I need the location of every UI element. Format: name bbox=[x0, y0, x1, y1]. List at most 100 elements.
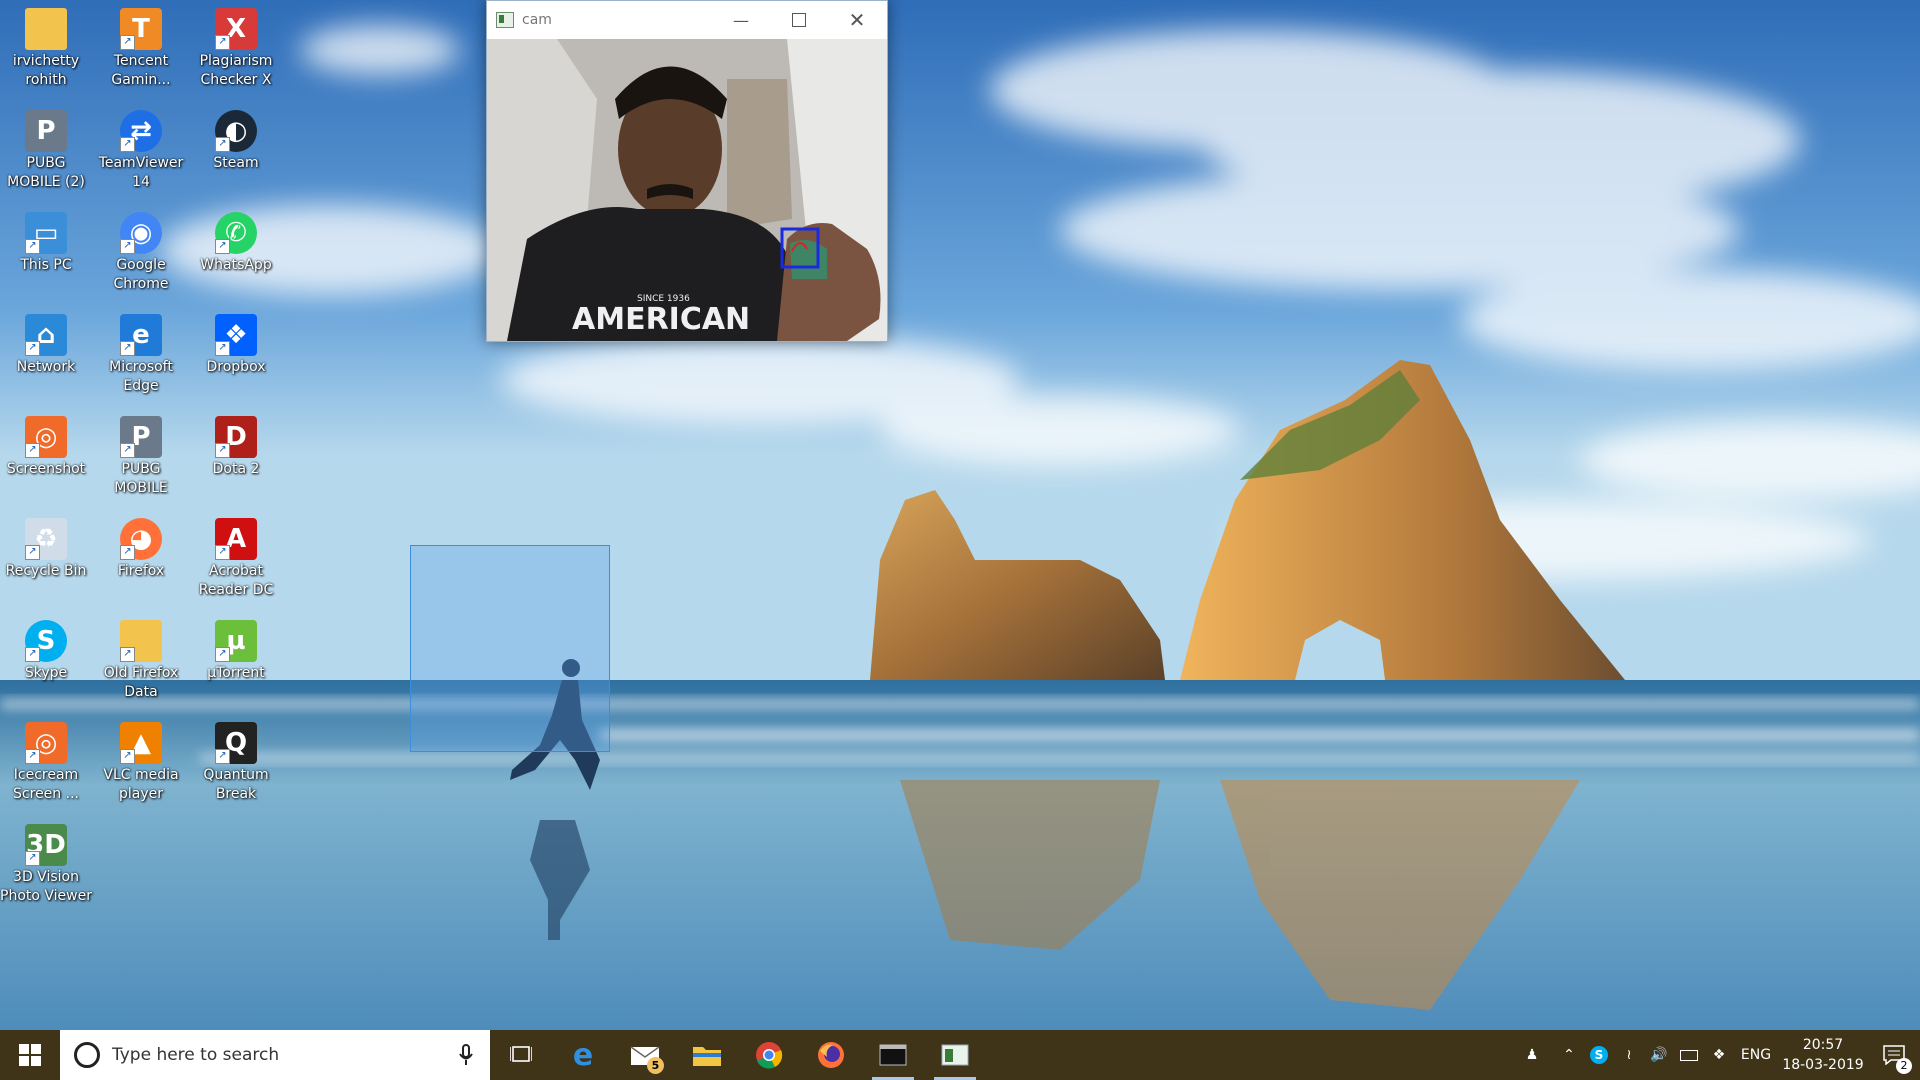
pubg-icon: P bbox=[25, 110, 67, 152]
clock[interactable]: 20:57 18-03-2019 bbox=[1778, 1035, 1868, 1075]
desktop-icon[interactable]: ✆ ↗ WhatsApp bbox=[190, 208, 282, 308]
desktop-icon[interactable]: ▲ ↗ VLC media player bbox=[95, 718, 187, 818]
shortcut-arrow-icon: ↗ bbox=[25, 239, 40, 254]
desktop-icon[interactable]: µ ↗ µTorrent bbox=[190, 616, 282, 716]
microphone-icon[interactable] bbox=[454, 1030, 478, 1080]
edge-icon: e ↗ bbox=[120, 314, 162, 356]
desktop-icon[interactable]: ◕ ↗ Firefox bbox=[95, 514, 187, 614]
taskbar-firefox[interactable] bbox=[800, 1030, 862, 1080]
desktop-icon[interactable]: S ↗ Skype bbox=[0, 616, 92, 716]
maximize-icon bbox=[792, 13, 806, 27]
desktop-icon[interactable]: ❖ ↗ Dropbox bbox=[190, 310, 282, 410]
shortcut-arrow-icon: ↗ bbox=[120, 749, 135, 764]
desktop-icon[interactable]: 3D ↗ 3D Vision Photo Viewer bbox=[0, 820, 92, 920]
desktop-icon-label: Old Firefox Data bbox=[103, 665, 179, 700]
close-button[interactable]: ✕ bbox=[828, 1, 886, 39]
desktop-icon[interactable]: ◎ ↗ Icecream Screen ... bbox=[0, 718, 92, 818]
desktop-icon[interactable]: A ↗ Acrobat Reader DC bbox=[190, 514, 282, 614]
firefox-icon bbox=[818, 1042, 844, 1068]
desktop-icon-label: Tencent Gamin... bbox=[111, 53, 171, 88]
maximize-button[interactable] bbox=[770, 1, 828, 39]
desktop-icon-label: PUBG MOBILE bbox=[114, 461, 168, 496]
windows-logo-icon bbox=[19, 1044, 41, 1066]
taskbar-cam-window[interactable] bbox=[924, 1030, 986, 1080]
folder-icon bbox=[693, 1047, 721, 1066]
desktop-icon[interactable]: D ↗ Dota 2 bbox=[190, 412, 282, 512]
desktop-icon[interactable]: ↗ Old Firefox Data bbox=[95, 616, 187, 716]
desktop-icon-label: TeamViewer 14 bbox=[98, 155, 184, 190]
tray-battery[interactable] bbox=[1674, 1030, 1704, 1080]
desktop-icon[interactable]: P ↗ PUBG MOBILE bbox=[95, 412, 187, 512]
task-view-icon bbox=[510, 1046, 532, 1062]
camera-feed: AMERICAN SINCE 1936 bbox=[487, 39, 887, 341]
shortcut-arrow-icon: ↗ bbox=[120, 647, 135, 662]
desktop-icon[interactable]: P PUBG MOBILE (2) bbox=[0, 106, 92, 206]
task-view-button[interactable] bbox=[490, 1030, 552, 1080]
desktop-icon[interactable]: ▭ ↗ This PC bbox=[0, 208, 92, 308]
tray-volume[interactable]: 🔊 bbox=[1644, 1030, 1674, 1080]
desktop-icon[interactable]: ⇄ ↗ TeamViewer 14 bbox=[95, 106, 187, 206]
teamviewer-icon: ⇄ ↗ bbox=[120, 110, 162, 152]
close-icon: ✕ bbox=[848, 8, 866, 32]
desktop-icon[interactable]: Q ↗ Quantum Break bbox=[190, 718, 282, 818]
steam-icon: ◐ ↗ bbox=[215, 110, 257, 152]
desktop-icon-label: PUBG MOBILE (2) bbox=[7, 155, 85, 190]
cam-app-icon bbox=[496, 12, 514, 28]
tray-skype[interactable]: S bbox=[1584, 1030, 1614, 1080]
dropbox-icon: ❖ ↗ bbox=[215, 314, 257, 356]
edge-icon: e bbox=[572, 1037, 594, 1073]
cam-title-bar[interactable]: cam — ✕ bbox=[487, 1, 887, 39]
notification-count: 2 bbox=[1896, 1058, 1912, 1074]
shortcut-arrow-icon: ↗ bbox=[215, 341, 230, 356]
taskbar-cmd[interactable] bbox=[862, 1030, 924, 1080]
taskbar-edge[interactable]: e bbox=[552, 1030, 614, 1080]
cam-window-title: cam bbox=[522, 12, 552, 28]
utorrent-icon: µ ↗ bbox=[215, 620, 257, 662]
taskbar-mail[interactable]: 5 bbox=[614, 1030, 676, 1080]
acrobat-icon: A ↗ bbox=[215, 518, 257, 560]
tray-wifi[interactable]: ≀ bbox=[1614, 1030, 1644, 1080]
taskbar-chrome[interactable] bbox=[738, 1030, 800, 1080]
shirt-small-text: SINCE 1936 bbox=[637, 294, 690, 304]
desktop-icon[interactable]: ⌂ ↗ Network bbox=[0, 310, 92, 410]
search-input[interactable]: Type here to search bbox=[112, 1045, 454, 1065]
desktop-icon[interactable]: ◉ ↗ Google Chrome bbox=[95, 208, 187, 308]
minimize-button[interactable]: — bbox=[712, 1, 770, 39]
dropbox-icon: ❖ bbox=[1712, 1047, 1726, 1063]
desktop-icon-label: Skype bbox=[24, 665, 68, 681]
clock-time: 20:57 bbox=[1802, 1037, 1844, 1053]
shortcut-arrow-icon: ↗ bbox=[215, 443, 230, 458]
action-center-button[interactable]: 2 bbox=[1868, 1030, 1920, 1080]
desktop-icon[interactable]: ◎ ↗ Screenshot bbox=[0, 412, 92, 512]
show-hidden-icons-button[interactable]: ⌃ bbox=[1554, 1030, 1584, 1080]
tencent-gaming-icon: T ↗ bbox=[120, 8, 162, 50]
shortcut-arrow-icon: ↗ bbox=[120, 137, 135, 152]
desktop[interactable]: irvichetty rohith T ↗ Tencent Gamin... X ↗ Pla… bbox=[0, 0, 1920, 1030]
shortcut-arrow-icon: ↗ bbox=[25, 341, 40, 356]
desktop-icon-label: Quantum Break bbox=[203, 767, 269, 802]
wallpaper bbox=[0, 0, 1920, 1030]
desktop-icon-label: Screenshot bbox=[6, 461, 86, 477]
tray-dropbox[interactable]: ❖ bbox=[1704, 1030, 1734, 1080]
firefox-icon: ◕ ↗ bbox=[120, 518, 162, 560]
input-language[interactable]: ENG bbox=[1734, 1030, 1778, 1080]
desktop-icon-label: irvichetty rohith bbox=[12, 53, 80, 88]
desktop-icon[interactable]: e ↗ Microsoft Edge bbox=[95, 310, 187, 410]
desktop-icon-label: Acrobat Reader DC bbox=[198, 563, 274, 598]
desktop-icon[interactable]: T ↗ Tencent Gamin... bbox=[95, 4, 187, 104]
mail-badge: 5 bbox=[647, 1057, 664, 1074]
start-button[interactable] bbox=[0, 1030, 60, 1080]
cortana-icon bbox=[74, 1042, 100, 1068]
desktop-icon[interactable]: ◐ ↗ Steam bbox=[190, 106, 282, 206]
taskbar-file-explorer[interactable] bbox=[676, 1030, 738, 1080]
shortcut-arrow-icon: ↗ bbox=[215, 137, 230, 152]
search-box[interactable]: Type here to search bbox=[60, 1030, 490, 1080]
shortcut-arrow-icon: ↗ bbox=[25, 647, 40, 662]
people-button[interactable]: ♟ bbox=[1510, 1030, 1554, 1080]
shortcut-arrow-icon: ↗ bbox=[25, 443, 40, 458]
desktop-icon[interactable]: ♻ ↗ Recycle Bin bbox=[0, 514, 92, 614]
desktop-icon[interactable]: irvichetty rohith bbox=[0, 4, 92, 104]
desktop-icon[interactable]: X ↗ Plagiarism Checker X bbox=[190, 4, 282, 104]
shortcut-arrow-icon: ↗ bbox=[25, 749, 40, 764]
cam-window[interactable]: cam — ✕ AMERICAN SINCE 1936 bbox=[486, 0, 888, 342]
